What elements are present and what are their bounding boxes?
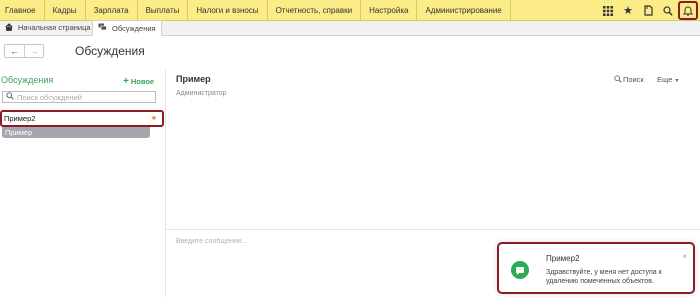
conversation-title: Пример bbox=[176, 74, 211, 84]
menu-item-reports[interactable]: Отчетность, справки bbox=[268, 0, 362, 21]
discussions-list-pane: Обсуждения +Новое Пример2 ★ Пример bbox=[0, 70, 166, 297]
search-icon[interactable] bbox=[658, 0, 678, 21]
new-discussion-button[interactable]: + Новое bbox=[123, 76, 154, 87]
menu-item-settings[interactable]: Настройка bbox=[361, 0, 418, 21]
discussion-label: Пример2 bbox=[4, 114, 36, 123]
more-label: Еще bbox=[657, 75, 673, 84]
notification-title: Пример2 bbox=[546, 254, 580, 263]
tab-home[interactable]: Начальная страница bbox=[0, 20, 92, 35]
close-icon[interactable]: × bbox=[682, 252, 687, 261]
menu-item-staff[interactable]: Кадры bbox=[45, 0, 86, 21]
main-menu-bar: Главное Кадры Зарплата Выплаты Налоги и … bbox=[0, 0, 700, 21]
tab-discussions[interactable]: Обсуждения bbox=[92, 20, 162, 36]
discussion-list-item-selected[interactable]: Пример bbox=[2, 127, 150, 138]
history-icon[interactable] bbox=[638, 0, 658, 21]
menu-item-payments[interactable]: Выплаты bbox=[138, 0, 189, 21]
discussion-search-input[interactable] bbox=[17, 92, 147, 102]
tab-discussions-label: Обсуждения bbox=[112, 23, 156, 33]
search-icon bbox=[614, 75, 622, 83]
unread-star-icon: ★ bbox=[150, 115, 157, 122]
plus-icon: + bbox=[123, 76, 129, 87]
grid-icon[interactable] bbox=[598, 0, 618, 21]
search-icon bbox=[6, 92, 14, 102]
chevron-down-icon: ▾ bbox=[675, 78, 679, 84]
chat-icon bbox=[98, 23, 107, 33]
back-button[interactable]: ← bbox=[5, 45, 24, 57]
discussion-label: Пример bbox=[5, 128, 33, 137]
notification-popup[interactable]: Пример2 Здравствуйте, у меня нет доступа… bbox=[497, 242, 695, 294]
open-tabs-bar: Начальная страница Обсуждения bbox=[0, 20, 700, 36]
page-title: Обсуждения bbox=[75, 44, 145, 58]
new-discussion-label: Новое bbox=[130, 77, 155, 86]
discussions-header: Обсуждения bbox=[1, 75, 54, 85]
more-menu-button[interactable]: Еще ▾ bbox=[657, 75, 678, 84]
menu-item-salary[interactable]: Зарплата bbox=[86, 0, 138, 21]
home-icon bbox=[5, 22, 13, 33]
notification-text: Здравствуйте, у меня нет доступа к удале… bbox=[546, 269, 662, 285]
message-input[interactable] bbox=[176, 235, 486, 247]
discussion-notification-icon bbox=[511, 261, 529, 279]
message-input-divider bbox=[166, 229, 700, 230]
forward-button[interactable]: → bbox=[24, 45, 43, 57]
nav-buttons: ← → bbox=[4, 44, 44, 58]
menu-item-main[interactable]: Главное bbox=[0, 0, 45, 21]
star-icon[interactable]: ★ bbox=[618, 0, 638, 21]
conversation-search-label: Поиск bbox=[623, 75, 644, 84]
discussion-list-item[interactable]: Пример2 ★ bbox=[0, 110, 164, 127]
discussion-search-box[interactable] bbox=[2, 91, 156, 103]
bell-icon[interactable] bbox=[678, 1, 698, 20]
toolbar-icons: ★ bbox=[598, 0, 700, 21]
conversation-search-button[interactable]: Поиск bbox=[614, 75, 644, 84]
menu-item-admin[interactable]: Администрирование bbox=[417, 0, 511, 21]
menu-item-taxes[interactable]: Налоги и взносы bbox=[188, 0, 268, 21]
tab-home-label: Начальная страница bbox=[18, 23, 91, 32]
conversation-participant: Администратор bbox=[176, 90, 227, 97]
